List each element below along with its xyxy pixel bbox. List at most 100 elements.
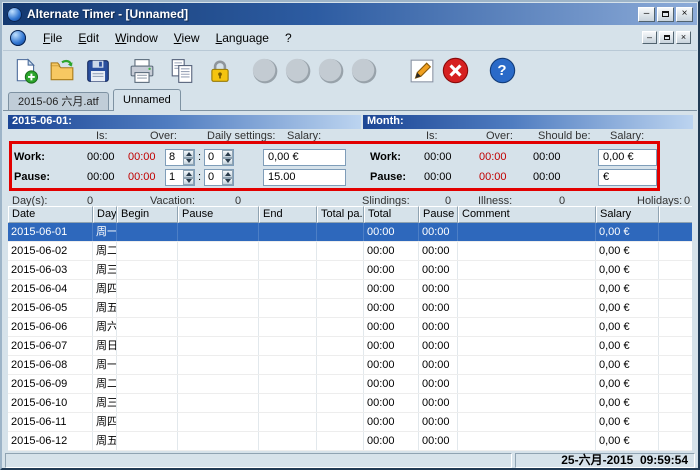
- column-header-date[interactable]: Date: [8, 206, 93, 223]
- cell-salary: 0,00 €: [596, 356, 659, 374]
- cell-day: 周二: [93, 242, 117, 260]
- column-header-total-pause[interactable]: Total pa...: [317, 206, 364, 223]
- cell-comment: [458, 337, 596, 355]
- table-row[interactable]: 2015-06-02 周二 00:00 00:00 0,00 €: [8, 242, 692, 261]
- mdi-close-button[interactable]: ×: [676, 31, 691, 44]
- column-header-filler: [659, 206, 692, 223]
- table-row[interactable]: 2015-06-11 周四 00:00 00:00 0,00 €: [8, 413, 692, 432]
- cell-total: 00:00: [364, 413, 419, 431]
- cell-total_pause: [317, 337, 364, 355]
- cell-comment: [458, 432, 596, 450]
- save-file-button[interactable]: [83, 55, 113, 86]
- tab-unnamed[interactable]: Unnamed: [113, 89, 181, 111]
- table-row[interactable]: 2015-06-09 周二 00:00 00:00 0,00 €: [8, 375, 692, 394]
- column-header-day[interactable]: Day: [93, 206, 117, 223]
- close-file-button[interactable]: [440, 55, 470, 86]
- menu-help[interactable]: ?: [277, 27, 300, 49]
- cell-total: 00:00: [364, 242, 419, 260]
- cell-pause: 00:00: [419, 356, 458, 374]
- table-row[interactable]: 2015-06-04 周四 00:00 00:00 0,00 €: [8, 280, 692, 299]
- column-header-end[interactable]: End: [259, 206, 317, 223]
- menu-edit[interactable]: Edit: [70, 27, 107, 49]
- close-button[interactable]: ×: [676, 6, 693, 22]
- menu-view[interactable]: View: [166, 27, 208, 49]
- new-file-button[interactable]: [11, 55, 41, 86]
- document-icon[interactable]: [10, 29, 26, 46]
- cell-total: 00:00: [364, 280, 419, 298]
- tab-month-file[interactable]: 2015-06 六月.atf: [8, 92, 109, 111]
- column-header-total[interactable]: Total: [364, 206, 419, 223]
- help-button[interactable]: ?: [487, 55, 517, 86]
- mdi-restore-button[interactable]: [659, 31, 674, 44]
- statusbar: 25-六月-2015 09:59:54: [3, 451, 697, 468]
- table-row[interactable]: 2015-06-06 周六 00:00 00:00 0,00 €: [8, 318, 692, 337]
- cell-begin: [117, 242, 178, 260]
- cell-end: [259, 223, 317, 241]
- table-row[interactable]: 2015-06-01 周一 00:00 00:00 0,00 €: [8, 223, 692, 242]
- daytype-circle-button-2: [282, 55, 312, 86]
- cell-date: 2015-06-06: [8, 318, 93, 336]
- cell-date: 2015-06-02: [8, 242, 93, 260]
- cell-pause: 00:00: [419, 432, 458, 450]
- menubar: File Edit Window View Language ? – ×: [3, 25, 697, 51]
- menu-file[interactable]: File: [35, 27, 70, 49]
- cell-total_pause: [317, 242, 364, 260]
- cell-salary: 0,00 €: [596, 375, 659, 393]
- table-row[interactable]: 2015-06-10 周三 00:00 00:00 0,00 €: [8, 394, 692, 413]
- table-row[interactable]: 2015-06-03 周三 00:00 00:00 0,00 €: [8, 261, 692, 280]
- cell-salary: 0,00 €: [596, 299, 659, 317]
- open-file-button[interactable]: [47, 55, 77, 86]
- cell-total: 00:00: [364, 318, 419, 336]
- copy-button[interactable]: [167, 55, 197, 86]
- table-row[interactable]: 2015-06-07 周日 00:00 00:00 0,00 €: [8, 337, 692, 356]
- cell-end: [259, 318, 317, 336]
- cell-date: 2015-06-09: [8, 375, 93, 393]
- table-row[interactable]: 2015-06-12 周五 00:00 00:00 0,00 €: [8, 432, 692, 451]
- disabled-circle-icon: [285, 58, 310, 84]
- cell-pause: 00:00: [419, 394, 458, 412]
- cell-total_pause: [317, 318, 364, 336]
- column-header-pause[interactable]: Pause: [178, 206, 259, 223]
- cell-pause_begin: [178, 299, 259, 317]
- column-header-pause2[interactable]: Pause: [419, 206, 458, 223]
- cell-total: 00:00: [364, 337, 419, 355]
- cell-pause: 00:00: [419, 261, 458, 279]
- menu-language[interactable]: Language: [208, 27, 277, 49]
- column-header-salary[interactable]: Salary: [596, 206, 659, 223]
- cell-day: 周三: [93, 394, 117, 412]
- cell-comment: [458, 299, 596, 317]
- cell-total: 00:00: [364, 299, 419, 317]
- table-row[interactable]: 2015-06-05 周五 00:00 00:00 0,00 €: [8, 299, 692, 318]
- cell-end: [259, 299, 317, 317]
- column-header-comment[interactable]: Comment: [458, 206, 596, 223]
- minimize-button[interactable]: –: [638, 6, 655, 22]
- cell-total: 00:00: [364, 432, 419, 450]
- table-row[interactable]: 2015-06-08 周一 00:00 00:00 0,00 €: [8, 356, 692, 375]
- maximize-button[interactable]: [657, 6, 674, 22]
- new-file-icon: [16, 57, 39, 84]
- cell-comment: [458, 280, 596, 298]
- print-button[interactable]: [127, 55, 157, 86]
- cell-begin: [117, 299, 178, 317]
- cell-total: 00:00: [364, 223, 419, 241]
- mdi-minimize-button[interactable]: –: [642, 31, 657, 44]
- cell-total_pause: [317, 413, 364, 431]
- lock-icon: [211, 60, 229, 82]
- column-header-begin[interactable]: Begin: [117, 206, 178, 223]
- daytype-circle-button-1: [249, 55, 279, 86]
- titlebar[interactable]: Alternate Timer - [Unnamed] – ×: [3, 3, 697, 25]
- cell-pause_begin: [178, 223, 259, 241]
- cell-date: 2015-06-01: [8, 223, 93, 241]
- cell-begin: [117, 223, 178, 241]
- cell-total_pause: [317, 356, 364, 374]
- cell-comment: [458, 394, 596, 412]
- lock-button[interactable]: [205, 55, 235, 86]
- cell-salary: 0,00 €: [596, 223, 659, 241]
- cell-total_pause: [317, 394, 364, 412]
- cell-begin: [117, 356, 178, 374]
- window-title: Alternate Timer - [Unnamed]: [27, 7, 189, 21]
- edit-notes-button[interactable]: [407, 55, 437, 86]
- menu-window[interactable]: Window: [107, 27, 166, 49]
- cell-filler: [659, 413, 692, 431]
- disabled-circle-icon: [318, 58, 343, 84]
